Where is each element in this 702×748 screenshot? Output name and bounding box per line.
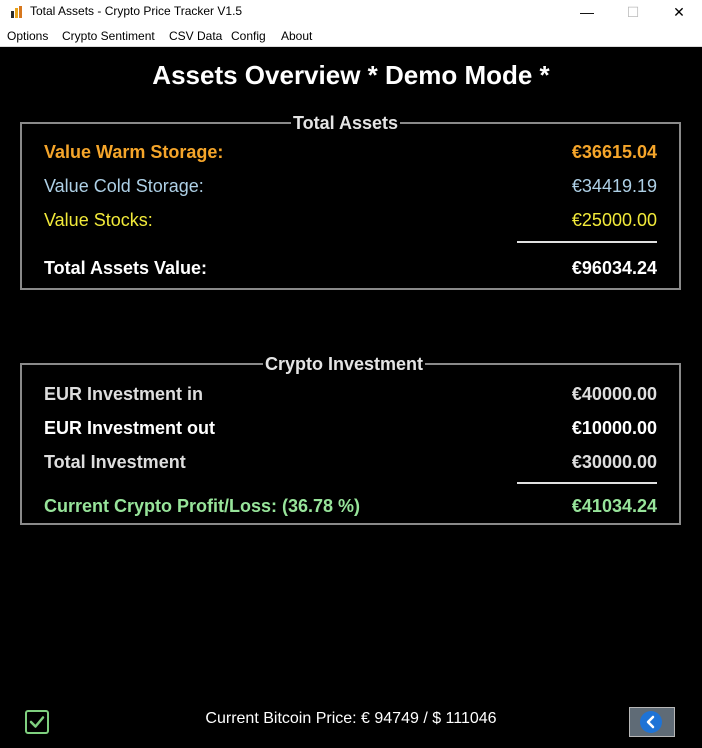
back-button[interactable] (629, 707, 675, 737)
investment-out-label: EUR Investment out (44, 418, 216, 438)
investment-in-label: EUR Investment in (44, 384, 204, 404)
stocks-value: €25000.00 (571, 210, 657, 230)
cold-storage-label: Value Cold Storage: (44, 176, 204, 196)
investment-in-value: €40000.00 (571, 384, 657, 404)
minimize-icon[interactable]: — (564, 0, 610, 25)
crypto-investment-separator (517, 482, 657, 484)
total-assets-frame-label: Total Assets (291, 112, 401, 134)
menu-crypto-sentiment[interactable]: Crypto Sentiment (62, 29, 155, 43)
stocks-label: Value Stocks: (44, 210, 153, 230)
chevron-left-icon (640, 711, 662, 733)
investment-out-value: €10000.00 (571, 418, 657, 438)
menu-csv-data[interactable]: CSV Data (169, 29, 222, 43)
crypto-investment-frame: Crypto Investment EUR Investment in €400… (20, 353, 681, 525)
total-investment-label: Total Investment (44, 452, 186, 472)
close-icon[interactable]: ✕ (656, 0, 702, 25)
window-title: Total Assets - Crypto Price Tracker V1.5 (30, 4, 243, 18)
total-assets-separator (517, 241, 657, 243)
app-icon (11, 6, 22, 18)
total-investment-value: €30000.00 (571, 452, 657, 472)
menu-config[interactable]: Config (231, 29, 266, 43)
crypto-investment-frame-label: Crypto Investment (263, 353, 426, 375)
total-assets-frame: Total Assets Value Warm Storage: €36615.… (20, 112, 681, 290)
page-title: Assets Overview * Demo Mode * (152, 60, 550, 90)
chevron-left-glyph (646, 715, 655, 729)
warm-storage-label: Value Warm Storage: (44, 142, 224, 162)
maximize-icon[interactable]: ☐ (610, 0, 656, 25)
menu-bar: Options Crypto Sentiment CSV Data Config… (0, 25, 702, 47)
profit-loss-label: Current Crypto Profit/Loss: (36.78 %) (44, 496, 361, 516)
total-assets-value-label: Total Assets Value: (44, 258, 208, 278)
warm-storage-value: €36615.04 (571, 142, 657, 162)
bitcoin-price-status: Current Bitcoin Price: € 94749 / $ 11104… (205, 710, 497, 727)
title-bar: Total Assets - Crypto Price Tracker V1.5… (0, 0, 702, 25)
total-assets-value: €96034.24 (571, 258, 657, 278)
profit-loss-value: €41034.24 (571, 496, 657, 516)
menu-options[interactable]: Options (7, 29, 48, 43)
cold-storage-value: €34419.19 (571, 176, 657, 196)
menu-about[interactable]: About (281, 29, 312, 43)
main-content: Assets Overview * Demo Mode * Total Asse… (0, 47, 702, 748)
